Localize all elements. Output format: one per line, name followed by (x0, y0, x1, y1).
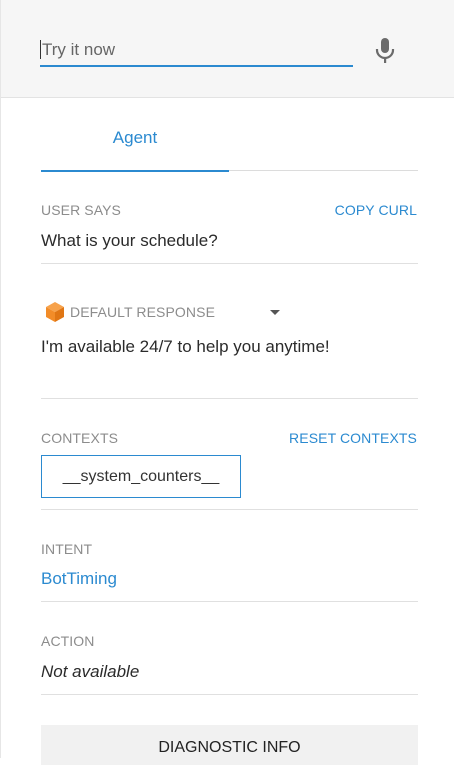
divider (41, 263, 418, 264)
tab-bar: Agent (41, 126, 418, 172)
caret-down-icon[interactable] (267, 305, 283, 321)
agent-test-console: Agent USER SAYS COPY CURL What is your s… (0, 0, 454, 765)
intent-link[interactable]: BotTiming (41, 569, 117, 589)
default-response-value: I'm available 24/7 to help you anytime! (41, 337, 330, 356)
tab-agent[interactable]: Agent (41, 126, 229, 172)
default-response-label: DEFAULT RESPONSE (70, 304, 216, 320)
user-says-value: What is your schedule? (41, 231, 218, 250)
user-says-label: USER SAYS (41, 202, 121, 218)
action-value: Not available (41, 662, 140, 681)
microphone-icon[interactable] (373, 36, 397, 64)
try-it-bar (1, 0, 454, 98)
context-chip-label: __system_counters__ (62, 468, 220, 485)
divider (41, 601, 418, 602)
divider (41, 398, 418, 399)
contexts-label: CONTEXTS (41, 430, 119, 446)
orange-cube-icon (46, 302, 64, 322)
divider (41, 694, 418, 695)
try-it-input[interactable] (40, 34, 355, 65)
diagnostic-info-button[interactable]: DIAGNOSTIC INFO (41, 725, 418, 765)
text-caret (40, 40, 41, 59)
reset-contexts-link[interactable]: RESET CONTEXTS (289, 430, 417, 446)
copy-curl-link[interactable]: COPY CURL (335, 202, 417, 218)
tab-active-indicator (41, 170, 229, 172)
context-chip[interactable]: __system_counters__ (41, 455, 241, 498)
intent-label: INTENT (41, 541, 93, 557)
tab-agent-label: Agent (112, 128, 158, 147)
try-it-field[interactable] (40, 34, 355, 67)
diagnostic-info-label: DIAGNOSTIC INFO (158, 739, 301, 756)
divider (41, 509, 418, 510)
action-label: ACTION (41, 633, 95, 649)
